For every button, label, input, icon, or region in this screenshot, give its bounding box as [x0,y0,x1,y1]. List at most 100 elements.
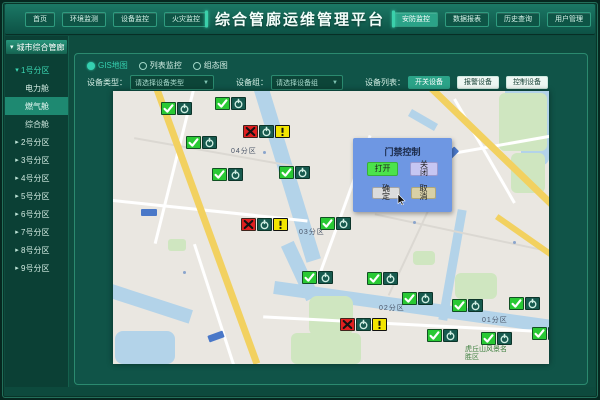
map-zone-label-0: 04分区 [231,146,257,156]
nav-button-left-3[interactable]: 火灾监控 [164,12,208,27]
device-marker-normal-12[interactable] [509,297,540,310]
nav-button-right-3[interactable]: 用户管理 [547,12,591,27]
sidebar-root-node[interactable]: ▾ 城市综合管廊 [6,40,67,54]
device-list-button-2[interactable]: 控制设备 [506,76,548,89]
device-list-button-0[interactable]: 开关设备 [408,76,450,89]
sidebar-item-8[interactable]: ▸5号分区 [5,187,68,205]
device-marker-alarm-13[interactable] [340,318,387,331]
view-mode-radios: GIS地图 列表监控组态图 [87,60,228,71]
map-zone-label-3: 01分区 [482,315,508,325]
device-marker-normal-16[interactable] [532,327,549,340]
sidebar-item-3[interactable]: 燃气舱 [5,97,68,115]
device-list-buttons: 开关设备报警设备控制设备 [408,76,548,89]
sidebar-item-10[interactable]: ▸7号分区 [5,223,68,241]
device-marker-normal-11[interactable] [452,299,483,312]
status-ok-icon [279,166,294,179]
chevron-right-icon: ▸ [13,228,21,236]
sidebar-item-4[interactable]: 综合舱 [5,115,68,133]
device-marker-normal-15[interactable] [481,332,512,345]
map-scenic-label: 虎丘山风景名胜区 [465,346,507,362]
nav-button-left-2[interactable]: 设备监控 [113,12,157,27]
map-water [408,109,438,131]
close-button[interactable]: 关闭 [410,162,438,176]
sidebar-item-6[interactable]: ▸3号分区 [5,151,68,169]
sidebar-item-label: 4号分区 [21,173,49,184]
device-group-select[interactable]: 请选择设备组 ▼ [271,75,343,90]
sidebar-item-9[interactable]: ▸6号分区 [5,205,68,223]
sidebar-root-label: 城市综合管廊 [17,42,65,53]
sidebar-item-label: 8号分区 [21,245,49,256]
nav-button-left-0[interactable]: 首页 [25,12,55,27]
status-alarm-icon [243,125,258,138]
nav-button-right-1[interactable]: 数据报表 [445,12,489,27]
sidebar-item-7[interactable]: ▸4号分区 [5,169,68,187]
device-group-value: 请选择设备组 [276,78,318,88]
view-mode-radio-2[interactable]: 组态图 [193,60,228,71]
device-marker-alarm-2[interactable] [243,125,290,138]
filter-row: 设备类型： 请选择设备类型 ▼ 设备组： 请选择设备组 ▼ 设备列表： 开关设备… [87,75,548,90]
device-list-label: 设备列表： [365,77,405,88]
power-icon [418,292,433,305]
power-icon [202,136,217,149]
power-icon [295,166,310,179]
sidebar-item-5[interactable]: ▸2号分区 [5,133,68,151]
power-icon [336,217,351,230]
ok-button[interactable]: 确定 [372,187,400,199]
cancel-button[interactable]: 取消 [411,187,436,199]
nav-button-right-0[interactable]: 安防监控 [394,12,438,27]
open-button[interactable]: 打开 [367,162,398,176]
status-ok-icon [452,299,467,312]
sidebar-item-2[interactable]: 电力舱 [5,79,68,97]
device-list-button-1[interactable]: 报警设备 [457,76,499,89]
chevron-right-icon: ▸ [13,192,21,200]
sidebar-item-label: 6号分区 [21,209,49,220]
device-type-value: 请选择设备类型 [135,78,184,88]
map-road-label [141,209,157,216]
device-marker-alarm-6[interactable] [241,218,288,231]
device-marker-normal-3[interactable] [186,136,217,149]
status-alarm-icon [241,218,256,231]
chevron-right-icon: ▸ [13,174,21,182]
dialog-title: 门禁控制 [353,145,452,158]
power-icon [383,272,398,285]
map-poi-dot [513,241,516,244]
device-marker-normal-9[interactable] [367,272,398,285]
device-marker-normal-5[interactable] [279,166,310,179]
status-ok-icon [367,272,382,285]
power-icon [177,102,192,115]
device-marker-normal-4[interactable] [212,168,243,181]
nav-button-right-2[interactable]: 历史查询 [496,12,540,27]
power-icon [497,332,512,345]
power-icon [443,329,458,342]
content-panel: GIS地图 列表监控组态图 设备类型： 请选择设备类型 ▼ 设备组： 请选择设备组… [74,53,588,385]
device-marker-normal-0[interactable] [161,102,192,115]
sidebar-item-11[interactable]: ▸8号分区 [5,241,68,259]
sidebar-item-1[interactable]: ▾1号分区 [5,61,68,79]
status-ok-icon [532,327,547,340]
sidebar-item-12[interactable]: ▸9号分区 [5,259,68,277]
map-road [193,244,236,364]
gis-map[interactable]: 04分区03分区02分区01分区 虎丘山风景名胜区 门禁控制 打开 关闭 确定 … [113,91,549,364]
sidebar: ▾ 城市综合管廊 ▾1号分区电力舱燃气舱综合舱▸2号分区▸3号分区▸4号分区▸5… [5,36,69,387]
power-icon [318,271,333,284]
map-poi-dot [413,221,416,224]
map-zone-label-2: 02分区 [379,303,405,313]
view-mode-label: 列表监控 [150,60,182,71]
device-marker-normal-7[interactable] [320,217,351,230]
device-marker-normal-1[interactable] [215,97,246,110]
power-icon [257,218,272,231]
nav-button-left-1[interactable]: 环境监测 [62,12,106,27]
nav-right-group: 安防监控数据报表历史查询用户管理 [394,12,591,27]
view-mode-radio-1[interactable]: 列表监控 [139,60,182,71]
device-marker-normal-10[interactable] [402,292,433,305]
header-bar: 首页环境监测设备监控火灾监控 综合管廊运维管理平台 安防监控数据报表历史查询用户… [5,4,595,35]
map-park [168,239,186,251]
view-mode-radio-0[interactable]: GIS地图 [87,60,128,71]
sidebar-item-label: 9号分区 [21,263,49,274]
radio-icon [139,62,147,70]
device-type-select[interactable]: 请选择设备类型 ▼ [130,75,214,90]
device-marker-normal-14[interactable] [427,329,458,342]
status-ok-icon [161,102,176,115]
device-marker-normal-8[interactable] [302,271,333,284]
device-type-label: 设备类型： [87,77,127,88]
